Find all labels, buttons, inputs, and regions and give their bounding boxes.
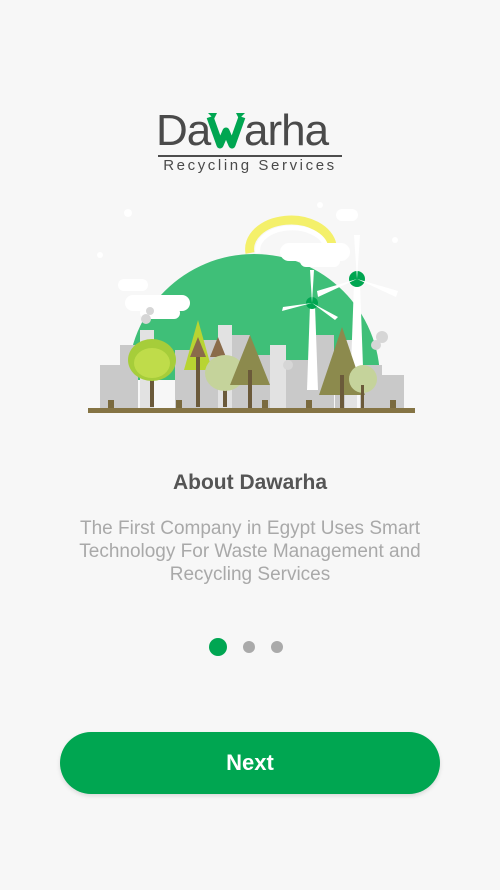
onboarding-description: The First Company in Egypt Uses Smart Te… [79, 518, 421, 585]
page-dot[interactable] [243, 641, 255, 653]
onboarding-screen: Da arha Recycling Services About Dawarha… [0, 0, 500, 890]
onboarding-title: About Dawarha [172, 471, 327, 494]
page-indicator [0, 638, 500, 656]
svg-text:Da: Da [156, 107, 212, 155]
logo-wordmark: Da arha [156, 107, 331, 155]
page-dot-active[interactable] [209, 638, 227, 656]
page-dot[interactable] [271, 641, 283, 653]
next-button[interactable]: Next [60, 732, 440, 794]
logo-subtitle: Recycling Services [163, 157, 337, 174]
recycle-arrows-icon [206, 113, 246, 149]
green-city-illustration [88, 202, 415, 413]
dawarha-logo: Da arha Recycling Services [150, 105, 350, 180]
svg-text:arha: arha [244, 107, 330, 155]
